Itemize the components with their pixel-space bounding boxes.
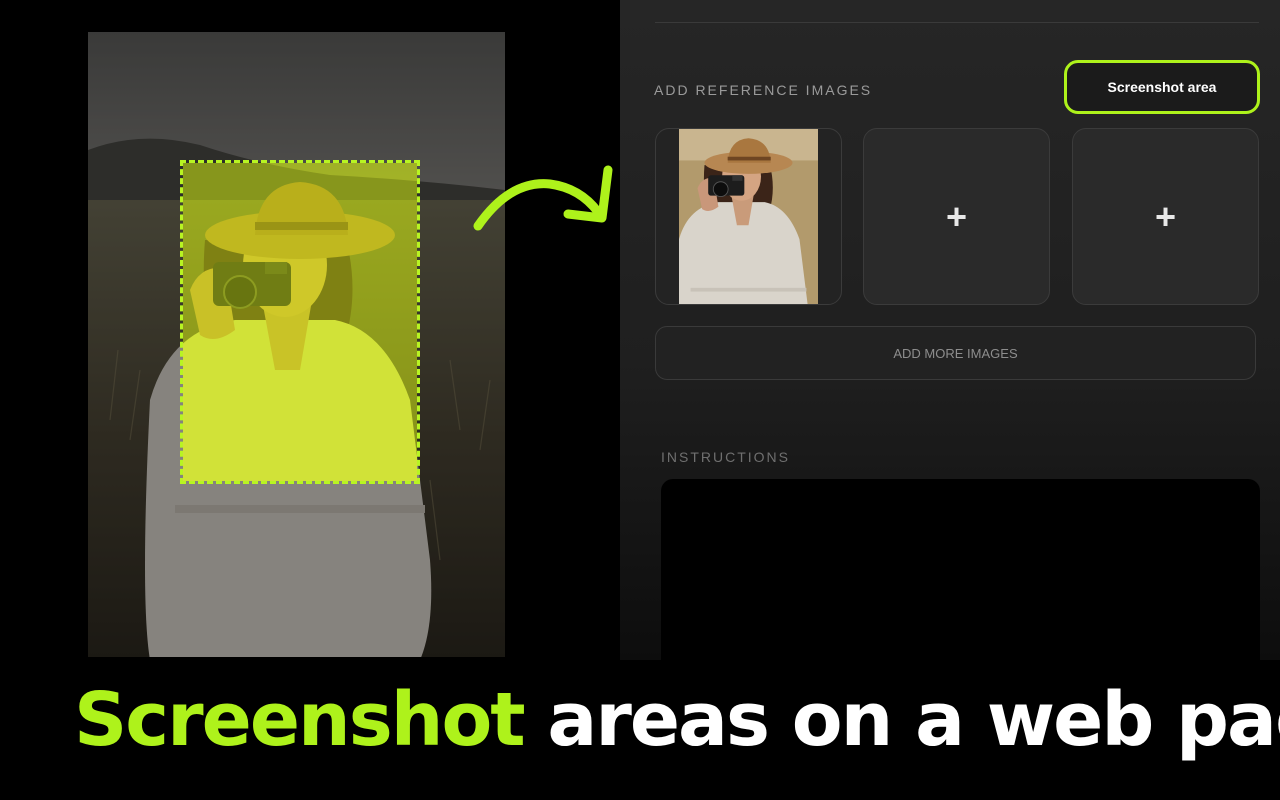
plus-icon: + — [945, 195, 968, 237]
curved-arrow-icon — [473, 165, 613, 231]
portrait-thumbnail — [679, 129, 818, 304]
panel-divider — [655, 22, 1259, 23]
instructions-input[interactable] — [661, 479, 1260, 679]
selection-glow — [183, 163, 417, 481]
reference-slot-3[interactable]: + — [1072, 128, 1259, 305]
headline-accent: Screenshot — [74, 677, 526, 763]
reference-slot-1[interactable] — [655, 128, 842, 305]
promo-stage: ADD REFERENCE IMAGES Screenshot area + +… — [0, 0, 1280, 800]
reference-images-label: ADD REFERENCE IMAGES — [654, 82, 873, 98]
add-more-images-button[interactable]: ADD MORE IMAGES — [655, 326, 1256, 380]
headline-rest: areas on a web page — [547, 677, 1280, 763]
instructions-label: INSTRUCTIONS — [661, 449, 790, 465]
screenshot-selection-area[interactable] — [180, 160, 420, 484]
reference-panel: ADD REFERENCE IMAGES Screenshot area + +… — [620, 0, 1280, 679]
plus-icon: + — [1154, 195, 1177, 237]
screenshot-area-button[interactable]: Screenshot area — [1064, 60, 1260, 114]
promo-headline: Screenshot areas on a web page — [74, 672, 1280, 768]
reference-slot-2[interactable]: + — [863, 128, 1050, 305]
